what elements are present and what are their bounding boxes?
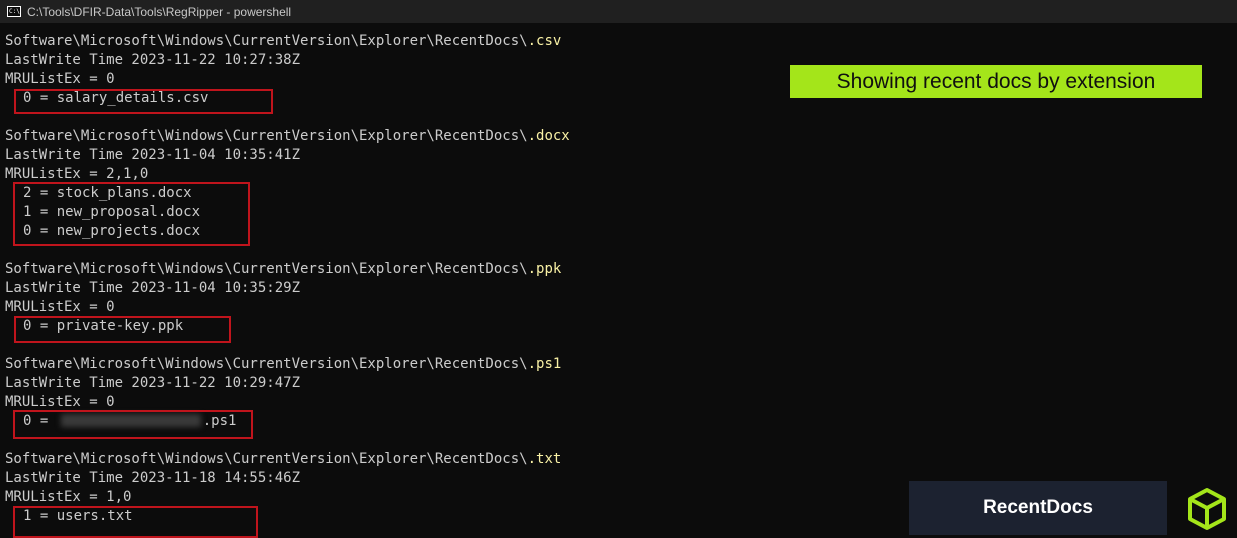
cube-logo-icon (1188, 488, 1226, 530)
highlight-box (13, 182, 250, 246)
registry-key-path: Software\Microsoft\Windows\CurrentVersio… (5, 261, 562, 277)
title-bar: C:\ C:\Tools\DFIR-Data\Tools\RegRipper -… (0, 0, 1237, 23)
registry-key-path: Software\Microsoft\Windows\CurrentVersio… (5, 451, 562, 467)
registry-key-path: Software\Microsoft\Windows\CurrentVersio… (5, 33, 562, 49)
mrulistex: MRUListEx = 0 (5, 71, 115, 87)
mrulistex: MRUListEx = 1,0 (5, 489, 132, 505)
lastwrite-time: LastWrite Time 2023-11-22 10:27:38Z (5, 52, 301, 68)
lastwrite-time: LastWrite Time 2023-11-04 10:35:41Z (5, 147, 301, 163)
highlight-box (14, 316, 231, 343)
mrulistex: MRUListEx = 0 (5, 299, 115, 315)
powershell-console-icon: C:\ (7, 6, 21, 17)
registry-key-path: Software\Microsoft\Windows\CurrentVersio… (5, 128, 570, 144)
lastwrite-time: LastWrite Time 2023-11-18 14:55:46Z (5, 470, 301, 486)
registry-key-path: Software\Microsoft\Windows\CurrentVersio… (5, 356, 562, 372)
highlight-box (14, 89, 273, 114)
recentdocs-badge: RecentDocs (909, 481, 1167, 535)
highlight-box (13, 506, 258, 538)
highlight-box (13, 410, 253, 439)
window-title: C:\Tools\DFIR-Data\Tools\RegRipper - pow… (27, 4, 292, 19)
lastwrite-time: LastWrite Time 2023-11-22 10:29:47Z (5, 375, 301, 391)
annotation-banner: Showing recent docs by extension (790, 65, 1202, 98)
lastwrite-time: LastWrite Time 2023-11-04 10:35:29Z (5, 280, 301, 296)
